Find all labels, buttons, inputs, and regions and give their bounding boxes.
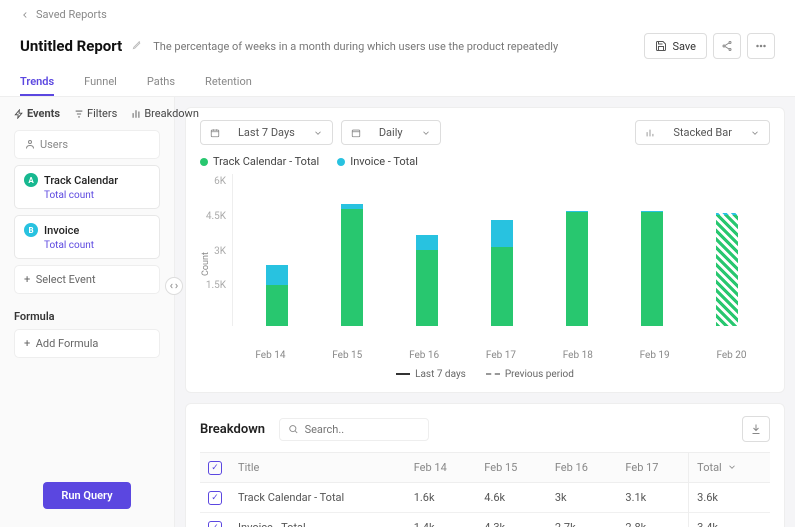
- chevron-down-icon: [313, 128, 323, 138]
- col-total[interactable]: Total: [697, 461, 722, 474]
- search-icon: [288, 423, 299, 435]
- x-tick: Feb 17: [476, 350, 526, 361]
- event-name: Track Calendar: [44, 174, 118, 187]
- col-date[interactable]: Feb 15: [476, 453, 547, 483]
- date-range-select[interactable]: Last 7 Days: [200, 120, 333, 145]
- row-checkbox[interactable]: ✓: [208, 521, 222, 527]
- col-date[interactable]: Feb 17: [617, 453, 688, 483]
- event-metric[interactable]: Total count: [24, 190, 150, 201]
- bar-6[interactable]: [702, 174, 752, 326]
- col-date[interactable]: Feb 16: [547, 453, 618, 483]
- page-title: Untitled Report: [20, 37, 122, 55]
- x-tick: Feb 14: [245, 350, 295, 361]
- legend-item: Track Calendar - Total: [213, 155, 319, 168]
- save-icon: [655, 40, 667, 52]
- x-tick: Feb 19: [630, 350, 680, 361]
- table-row: ✓ Track Calendar - Total 1.6k 4.6k 3k 3.…: [200, 483, 770, 513]
- bar-1[interactable]: [327, 174, 377, 326]
- breadcrumb-label: Saved Reports: [36, 8, 107, 21]
- tab-retention[interactable]: Retention: [205, 69, 252, 96]
- share-button[interactable]: [713, 33, 741, 59]
- arrow-left-icon: [20, 10, 30, 20]
- event-item-0[interactable]: A Track Calendar Total count: [14, 165, 160, 209]
- breakdown-search[interactable]: [279, 418, 429, 441]
- add-event-button[interactable]: + Select Event: [14, 265, 160, 294]
- legend-item: Invoice - Total: [350, 155, 418, 168]
- calendar-icon: [351, 128, 361, 138]
- x-tick: Feb 20: [706, 350, 756, 361]
- bar-chart-icon: [645, 128, 655, 138]
- interval-select[interactable]: Daily: [341, 120, 441, 145]
- calendar-icon: [210, 128, 220, 138]
- report-tabs: Trends Funnel Paths Retention: [0, 69, 795, 97]
- save-button[interactable]: Save: [644, 33, 707, 59]
- page-description: The percentage of weeks in a month durin…: [153, 40, 634, 53]
- tab-funnel[interactable]: Funnel: [84, 69, 117, 96]
- add-formula-button[interactable]: + Add Formula: [14, 329, 160, 358]
- col-title[interactable]: Title: [230, 453, 406, 483]
- side-tab-breakdown[interactable]: Breakdown: [131, 107, 199, 120]
- edit-title-button[interactable]: [132, 39, 143, 53]
- chevron-down-icon: [727, 462, 737, 472]
- chart-plot: Count 6K 4.5K 3K 1.5K: [200, 174, 770, 344]
- x-tick: Feb 15: [322, 350, 372, 361]
- resize-handle[interactable]: [165, 277, 183, 295]
- table-row: ✓ Invoice - Total 1.4k 4.3k 2.7k 2.8k 3.…: [200, 513, 770, 527]
- breakdown-title: Breakdown: [200, 422, 265, 437]
- breakdown-panel: Breakdown ✓ Title Feb 14 Feb 15 Feb 16 F…: [185, 403, 785, 527]
- x-tick: Feb 16: [399, 350, 449, 361]
- chart-legend: Track Calendar - Total Invoice - Total: [200, 155, 770, 168]
- legend-previous: Previous period: [486, 369, 574, 380]
- bar-4[interactable]: [552, 174, 602, 326]
- side-tab-filters[interactable]: Filters: [74, 107, 117, 120]
- event-badge: B: [24, 223, 38, 237]
- users-panel[interactable]: Users: [14, 130, 160, 159]
- tab-trends[interactable]: Trends: [20, 69, 54, 96]
- event-metric[interactable]: Total count: [24, 240, 150, 251]
- row-checkbox[interactable]: ✓: [208, 491, 222, 505]
- breakdown-table: ✓ Title Feb 14 Feb 15 Feb 16 Feb 17 Tota…: [200, 452, 770, 527]
- formula-section-title: Formula: [14, 310, 160, 323]
- run-query-button[interactable]: Run Query: [43, 482, 130, 509]
- event-name: Invoice: [44, 224, 79, 237]
- bar-2[interactable]: [402, 174, 452, 326]
- select-all-checkbox[interactable]: ✓: [208, 461, 222, 475]
- breadcrumb[interactable]: Saved Reports: [0, 0, 795, 29]
- chevron-down-icon: [750, 128, 760, 138]
- side-tab-events[interactable]: Events: [14, 107, 60, 120]
- event-item-1[interactable]: B Invoice Total count: [14, 215, 160, 259]
- bar-0[interactable]: [252, 174, 302, 326]
- more-button[interactable]: [747, 33, 775, 59]
- user-icon: [24, 138, 36, 150]
- chart-panel: Last 7 Days Daily Stacked Bar Track Cale…: [185, 107, 785, 393]
- col-date[interactable]: Feb 14: [406, 453, 477, 483]
- event-badge: A: [24, 173, 38, 187]
- tab-paths[interactable]: Paths: [147, 69, 175, 96]
- config-sidebar: Events Filters Breakdown Users ATrack Ca…: [0, 97, 175, 527]
- bar-5[interactable]: [627, 174, 677, 326]
- x-tick: Feb 18: [553, 350, 603, 361]
- download-button[interactable]: [742, 416, 770, 442]
- legend-current: Last 7 days: [396, 369, 466, 380]
- chart-type-select[interactable]: Stacked Bar: [635, 120, 770, 145]
- bar-3[interactable]: [477, 174, 527, 326]
- y-axis-label: Count: [201, 252, 211, 276]
- chevron-down-icon: [421, 128, 431, 138]
- search-input[interactable]: [305, 423, 421, 436]
